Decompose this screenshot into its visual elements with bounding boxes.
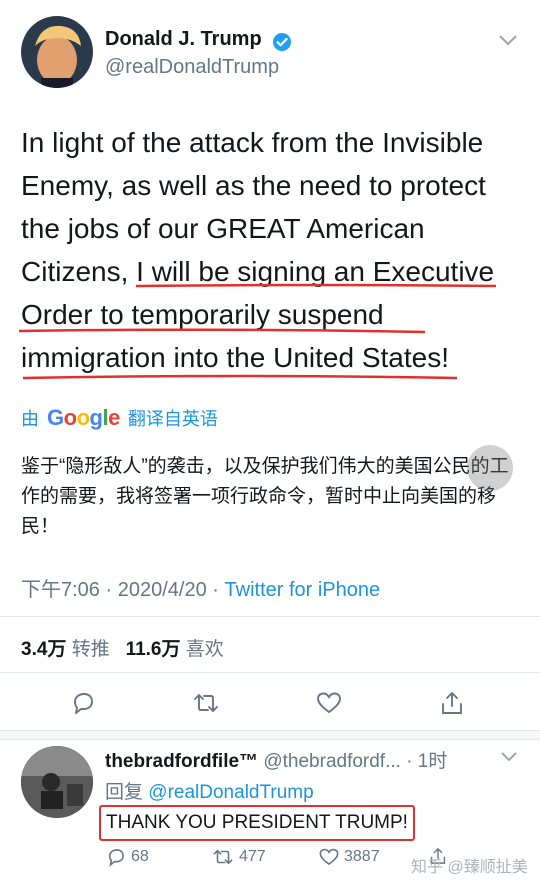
reply-to-label: 回复 bbox=[105, 782, 144, 803]
translated-by-google-link[interactable]: 由 Google 翻译自英语 bbox=[21, 405, 218, 431]
divider bbox=[0, 672, 540, 673]
tweet-time: 下午7:06 bbox=[21, 579, 100, 601]
chevron-down-icon[interactable] bbox=[497, 32, 519, 48]
reply-reply-button[interactable]: 68 bbox=[105, 846, 149, 868]
red-underline-annotation bbox=[22, 374, 458, 380]
retweet-icon bbox=[194, 694, 218, 712]
reply-author-avatar[interactable] bbox=[21, 746, 93, 818]
reply-retweet-button[interactable]: 477 bbox=[211, 846, 266, 868]
author-name[interactable]: Donald J. Trump bbox=[105, 28, 262, 51]
author-handle[interactable]: @realDonaldTrump bbox=[105, 56, 279, 79]
red-underline-annotation bbox=[135, 283, 497, 288]
divider bbox=[0, 616, 540, 617]
retweet-button[interactable] bbox=[192, 689, 220, 717]
translated-prefix: 由 bbox=[21, 409, 39, 429]
tweet-source-link[interactable]: Twitter for iPhone bbox=[225, 579, 381, 601]
reply-text: THANK YOU PRESIDENT TRUMP! bbox=[99, 805, 415, 841]
retweets-label: 转推 bbox=[71, 639, 110, 660]
share-icon bbox=[442, 692, 462, 714]
watermark: 知乎 @臻顺扯美 bbox=[411, 859, 528, 876]
tweet-meta: 下午7:06 · 2020/4/20 · Twitter for iPhone bbox=[21, 573, 380, 602]
reply-likes-count: 3887 bbox=[344, 848, 380, 865]
translated-suffix: 翻译自英语 bbox=[127, 409, 218, 429]
likes-stat[interactable]: 11.6万 喜欢 bbox=[126, 639, 224, 660]
heart-icon bbox=[317, 692, 341, 714]
heart-icon bbox=[319, 848, 339, 866]
reply-author-handle-time[interactable]: @thebradfordf... · 1时 bbox=[263, 751, 447, 772]
reply-icon bbox=[108, 849, 124, 867]
google-logo: Google bbox=[47, 405, 120, 430]
reply-author-name[interactable]: thebradfordfile™ bbox=[105, 751, 258, 772]
reply-author-line: thebradfordfile™ @thebradfordf... · 1时 bbox=[105, 746, 447, 773]
retweets-count: 3.4万 bbox=[21, 639, 67, 660]
tweet-text: In light of the attack from the Invisibl… bbox=[21, 121, 526, 379]
reply-button[interactable] bbox=[69, 689, 97, 717]
translated-text: 鉴于“隐形敌人”的袭击，以及保护我们伟大的美国公民的工作的需要，我将签署一项行政… bbox=[21, 456, 509, 537]
red-underline-annotation bbox=[18, 328, 426, 334]
reply-to-mention-link[interactable]: @realDonaldTrump bbox=[148, 782, 313, 803]
meta-separator: · bbox=[105, 579, 113, 601]
reply-replies-count: 68 bbox=[131, 848, 149, 865]
section-divider bbox=[0, 730, 540, 740]
tweet-date: 2020/4/20 bbox=[117, 579, 207, 601]
share-button[interactable] bbox=[438, 689, 466, 717]
chevron-down-icon[interactable] bbox=[499, 750, 519, 764]
meta-separator: · bbox=[212, 579, 219, 601]
retweets-stat[interactable]: 3.4万 转推 bbox=[21, 639, 110, 660]
reply-retweets-count: 477 bbox=[239, 848, 266, 865]
like-button[interactable] bbox=[315, 689, 343, 717]
retweet-icon bbox=[213, 849, 233, 865]
tweet-stats: 3.4万 转推 11.6万 喜欢 bbox=[21, 634, 224, 661]
author-avatar[interactable] bbox=[21, 16, 93, 88]
likes-label: 喜欢 bbox=[185, 639, 224, 660]
verified-badge-icon bbox=[272, 32, 292, 52]
likes-count: 11.6万 bbox=[125, 639, 181, 660]
reply-icon bbox=[74, 693, 93, 714]
replying-to: 回复 @realDonaldTrump bbox=[105, 777, 314, 804]
touch-indicator bbox=[467, 445, 513, 491]
reply-like-button[interactable]: 3887 bbox=[318, 846, 380, 868]
